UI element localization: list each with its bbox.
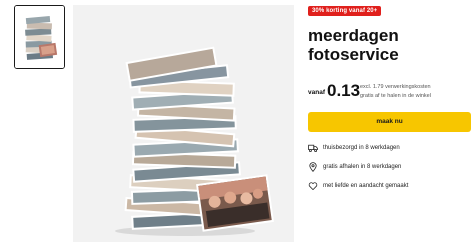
price-note: excl. 1.79 verwerkingskosten gratis af t… [360,83,431,101]
discount-badge: 30% korting vanaf 20+ [308,6,382,16]
product-thumbnail[interactable] [14,5,65,69]
feature-care: met liefde en aandacht gemaakt [308,181,473,191]
feature-pickup: gratis afhalen in 8 werkdagen [308,162,473,172]
photo-stack-illustration [73,5,294,242]
heart-icon [308,182,318,190]
feature-list: thuisbezorgd in 8 werkdagen gratis afhal… [308,143,473,200]
truck-icon [308,144,318,152]
price-amount: 0.13 [327,81,361,100]
location-pin-icon [309,162,317,172]
feature-delivery: thuisbezorgd in 8 werkdagen [308,143,473,153]
product-hero-image [73,5,294,242]
pickup-note: gratis af te halen in de winkel [360,93,431,99]
price-prefix: vanaf [308,89,325,96]
price-block: vanaf 0.13 excl. 1.79 verwerkingskosten … [308,82,473,104]
photo-stack-thumbnail-image [15,6,64,68]
processing-cost-note: excl. 1.79 verwerkingskosten [360,84,431,90]
make-now-button[interactable]: maak nu [308,112,471,132]
feature-care-text: met liefde en aandacht gemaakt [323,183,409,189]
feature-delivery-text: thuisbezorgd in 8 werkdagen [323,145,400,151]
page-title: meerdagen fotoservice [308,26,399,64]
feature-pickup-text: gratis afhalen in 8 werkdagen [323,164,402,170]
